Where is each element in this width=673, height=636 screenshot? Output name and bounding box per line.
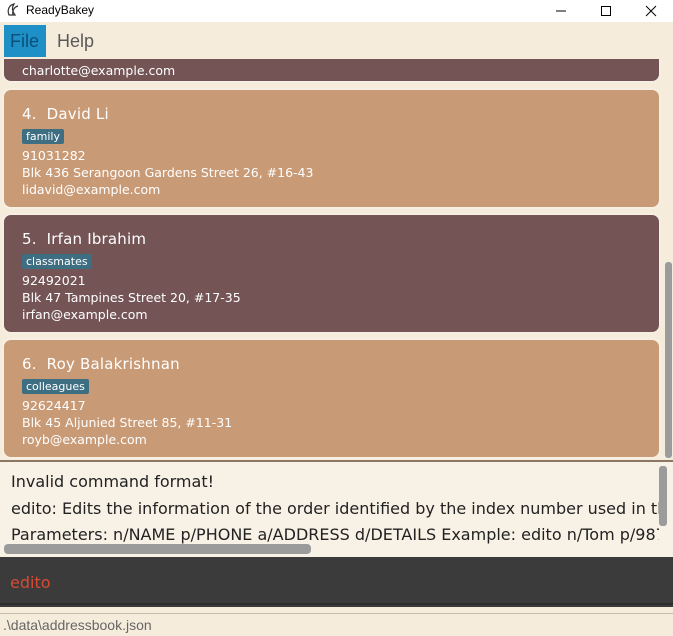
card-email: charlotte@example.com xyxy=(22,63,176,78)
card-phone: 92624417 xyxy=(22,398,86,413)
result-scrollbar-vertical[interactable] xyxy=(659,466,667,526)
result-scrollbar-horizontal[interactable] xyxy=(4,544,311,554)
close-icon xyxy=(645,5,657,17)
person-card[interactable]: 6. Roy Balakrishnan colleagues 92624417 … xyxy=(2,338,661,459)
result-line: edito: Edits the information of the orde… xyxy=(11,499,659,518)
app-logo-icon xyxy=(7,3,19,16)
minimize-icon xyxy=(556,10,566,12)
person-card[interactable]: 4. David Li family 91031282 Blk 436 Sera… xyxy=(2,88,661,209)
command-box xyxy=(0,557,673,607)
card-address: Blk 436 Serangoon Gardens Street 26, #16… xyxy=(22,165,314,180)
result-line: Invalid command format! xyxy=(11,472,215,491)
card-email: royb@example.com xyxy=(22,432,147,447)
card-name: 6. Roy Balakrishnan xyxy=(22,355,180,373)
maximize-button[interactable] xyxy=(583,0,629,22)
person-card[interactable]: 5. Irfan Ibrahim classmates 92492021 Blk… xyxy=(2,213,661,334)
card-tag: classmates xyxy=(22,254,92,269)
card-name: 5. Irfan Ibrahim xyxy=(22,230,147,248)
card-email: lidavid@example.com xyxy=(22,182,161,197)
list-scrollbar-thumb[interactable] xyxy=(665,262,672,458)
menu-help[interactable]: Help xyxy=(51,25,100,57)
list-scrollbar[interactable] xyxy=(664,59,673,459)
card-address: Blk 45 Aljunied Street 85, #11-31 xyxy=(22,415,233,430)
card-address: Blk 47 Tampines Street 20, #17-35 xyxy=(22,290,241,305)
maximize-icon xyxy=(601,6,611,16)
minimize-button[interactable] xyxy=(538,0,584,22)
close-button[interactable] xyxy=(628,0,673,22)
card-name: 4. David Li xyxy=(22,105,109,123)
card-phone: 92492021 xyxy=(22,273,86,288)
card-email: irfan@example.com xyxy=(22,307,148,322)
card-tag: colleagues xyxy=(22,379,89,394)
result-display: Invalid command format! edito: Edits the… xyxy=(0,460,673,559)
person-card-partial[interactable]: charlotte@example.com xyxy=(2,59,661,83)
title-bar: ReadyBakey xyxy=(0,0,673,22)
command-input[interactable] xyxy=(0,561,673,605)
result-line: Parameters: n/NAME p/PHONE a/ADDRESS d/D… xyxy=(11,525,659,544)
card-phone: 91031282 xyxy=(22,148,86,163)
status-bar: .\data\addressbook.json xyxy=(0,613,673,636)
window-title: ReadyBakey xyxy=(26,3,95,17)
card-tag: family xyxy=(22,129,64,144)
person-list: charlotte@example.com 4. David Li family… xyxy=(0,59,661,459)
save-location-path: .\data\addressbook.json xyxy=(3,617,152,633)
menu-file[interactable]: File xyxy=(4,25,46,57)
menu-bar: File Help xyxy=(0,22,673,59)
